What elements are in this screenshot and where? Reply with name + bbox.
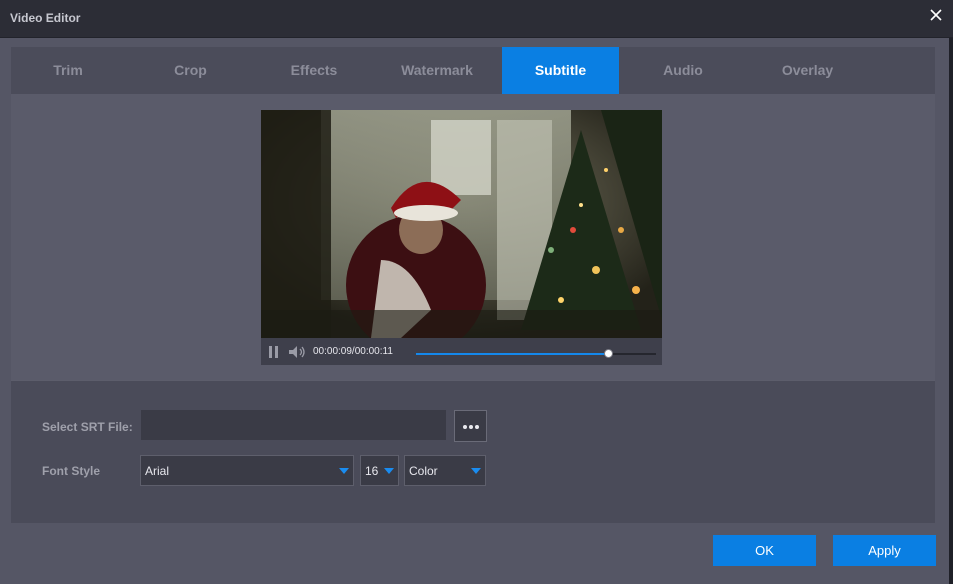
tab-watermark[interactable]: Watermark xyxy=(372,47,502,94)
chevron-down-icon xyxy=(384,468,394,474)
font-size-select[interactable]: 16 xyxy=(360,455,399,486)
window-edge xyxy=(949,38,953,584)
font-name-select[interactable]: Arial xyxy=(140,455,354,486)
tab-crop[interactable]: Crop xyxy=(125,47,256,94)
tab-subtitle[interactable]: Subtitle xyxy=(502,47,619,94)
font-style-label: Font Style xyxy=(42,464,101,478)
color-value: Color xyxy=(409,464,438,478)
title-bar: Video Editor xyxy=(0,0,953,38)
font-name-value: Arial xyxy=(145,464,170,478)
tab-trim[interactable]: Trim xyxy=(11,47,125,94)
srt-file-input[interactable] xyxy=(141,410,446,440)
video-frame xyxy=(261,110,662,338)
window-title: Video Editor xyxy=(10,11,81,25)
font-size-value: 16 xyxy=(365,464,379,478)
video-preview[interactable] xyxy=(261,110,662,338)
tab-bar: Trim Crop Effects Watermark Subtitle Aud… xyxy=(11,47,935,94)
pause-icon[interactable] xyxy=(269,346,279,358)
close-icon[interactable] xyxy=(929,8,943,22)
ok-button[interactable]: OK xyxy=(713,535,816,566)
tab-effects[interactable]: Effects xyxy=(256,47,372,94)
chevron-down-icon xyxy=(339,468,349,474)
tab-audio[interactable]: Audio xyxy=(619,47,747,94)
more-icon xyxy=(463,425,467,429)
tab-overlay[interactable]: Overlay xyxy=(747,47,868,94)
apply-button[interactable]: Apply xyxy=(833,535,936,566)
subtitle-settings-panel xyxy=(11,380,935,523)
volume-icon[interactable] xyxy=(288,345,306,359)
player-controls: 00:00:09/00:00:11 xyxy=(261,338,662,365)
progress-fill xyxy=(416,353,608,355)
progress-track[interactable] xyxy=(416,349,656,358)
chevron-down-icon xyxy=(471,468,481,474)
color-select[interactable]: Color xyxy=(404,455,486,486)
srt-file-label: Select SRT File: xyxy=(42,420,133,434)
time-display: 00:00:09/00:00:11 xyxy=(313,346,393,357)
progress-handle[interactable] xyxy=(604,349,613,358)
browse-button[interactable] xyxy=(454,410,487,442)
